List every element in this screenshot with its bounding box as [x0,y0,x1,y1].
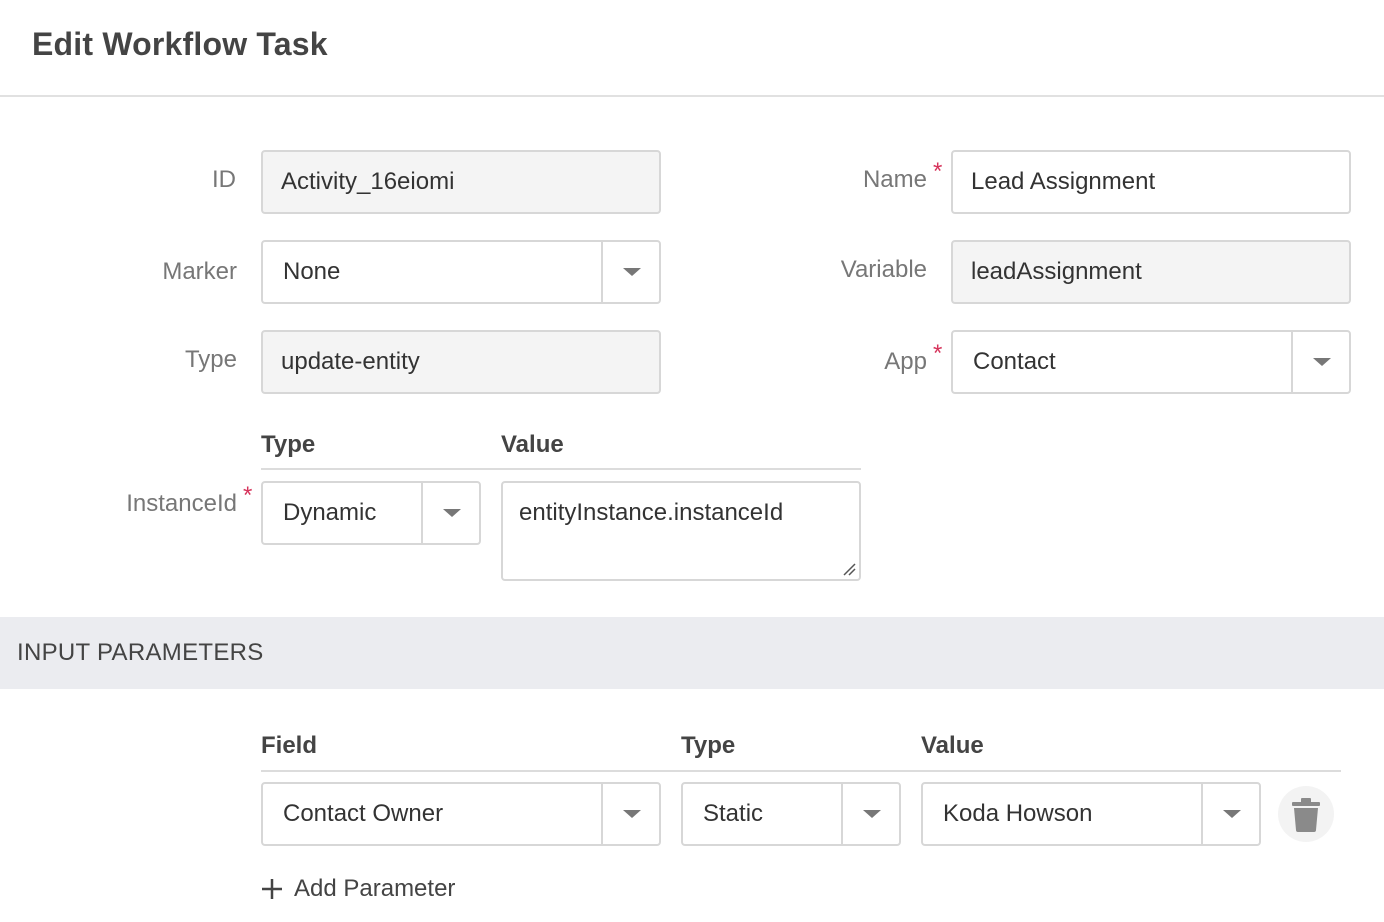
instanceid-type-value: Dynamic [283,499,377,526]
instance-type-header: Type [261,431,316,458]
param-type-dropdown-toggle[interactable] [841,784,899,844]
param-value-select[interactable]: Koda Howson [921,782,1261,846]
instanceid-label: InstanceId [126,490,237,517]
variable-label: Variable [840,256,927,283]
type-field[interactable]: update-entity [261,330,661,394]
chevron-down-icon [443,509,461,517]
chevron-down-icon [863,810,881,818]
param-header-divider [261,770,1341,772]
app-select-value: Contact [973,348,1056,375]
input-parameters-title: INPUT PARAMETERS [17,639,264,666]
param-value-dropdown-toggle[interactable] [1201,784,1259,844]
marker-label: Marker [162,258,237,285]
param-value-value: Koda Howson [943,800,1093,827]
param-field-value: Contact Owner [283,800,444,827]
app-label: App [884,348,927,375]
chevron-down-icon [623,268,641,276]
name-required-mark: * [933,158,943,185]
marker-dropdown-toggle[interactable] [601,242,659,302]
instanceid-value-textarea[interactable]: entityInstance.instanceId [501,481,861,581]
instanceid-value-text: entityInstance.instanceId [519,499,784,526]
param-field-select[interactable]: Contact Owner [261,782,661,846]
param-type-value: Static [703,800,764,827]
dialog-header: Edit Workflow Task [0,0,1384,97]
instance-header-divider [261,468,861,470]
marker-select-value: None [283,258,341,285]
param-type-header: Type [681,732,736,759]
input-parameters-section-header: INPUT PARAMETERS [0,617,1384,689]
chevron-down-icon [623,810,641,818]
instanceid-required-mark: * [243,482,253,509]
app-dropdown-toggle[interactable] [1291,332,1349,392]
marker-select[interactable]: None [261,240,661,304]
type-label: Type [184,346,237,373]
param-value-header: Value [921,732,984,759]
param-field-dropdown-toggle[interactable] [601,784,659,844]
delete-parameter-button[interactable] [1278,786,1334,842]
variable-field[interactable]: leadAssignment [951,240,1351,304]
resize-grip-icon[interactable] [842,562,856,576]
plus-icon [262,879,282,899]
id-label: ID [212,166,236,193]
instanceid-type-select[interactable]: Dynamic [261,481,481,545]
param-type-select[interactable]: Static [681,782,901,846]
name-field[interactable]: Lead Assignment [951,150,1351,214]
chevron-down-icon [1223,810,1241,818]
param-field-header: Field [261,732,318,759]
app-select[interactable]: Contact [951,330,1351,394]
add-parameter-label: Add Parameter [294,875,456,902]
trash-icon [1292,798,1320,832]
instance-value-header: Value [501,431,564,458]
id-field[interactable]: Activity_16eiomi [261,150,661,214]
instanceid-type-dropdown-toggle[interactable] [421,483,479,543]
chevron-down-icon [1313,358,1331,366]
page-title: Edit Workflow Task [32,26,328,62]
app-required-mark: * [933,340,943,367]
name-label: Name [862,166,927,193]
add-parameter-button[interactable]: Add Parameter [260,875,455,903]
